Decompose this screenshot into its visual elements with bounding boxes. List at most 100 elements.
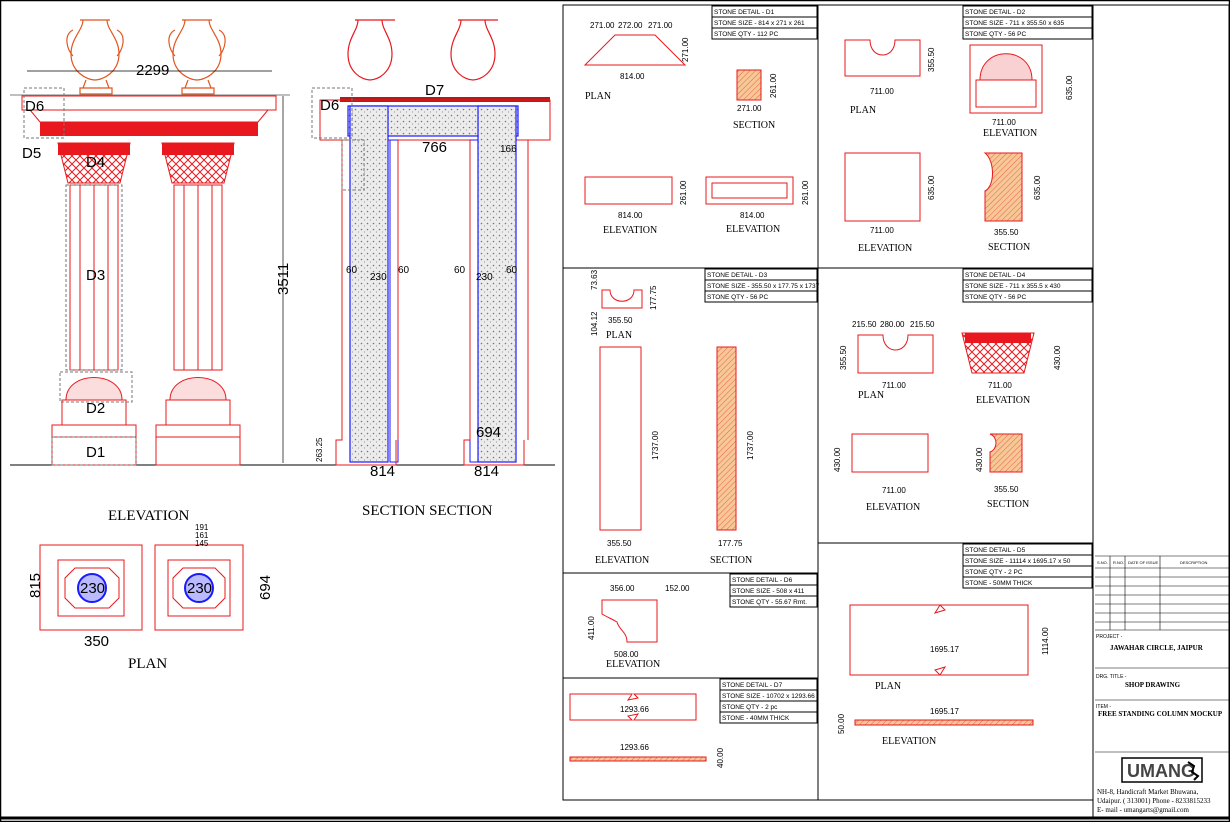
address-line-2: Udaipur. ( 313001) Phone - 8233815233	[1097, 797, 1211, 805]
d5-detail: STONE DETAIL - D5	[965, 547, 1026, 554]
project-name: JAWAHAR CIRCLE, JAIPUR	[1110, 644, 1204, 652]
d2-size: STONE SIZE - 711 x 355.50 x 635	[965, 20, 1065, 27]
d6-side: 411.00	[587, 616, 596, 640]
d4-plan-caption: PLAN	[858, 390, 884, 401]
plan-core-left: 230	[80, 580, 105, 597]
d1-size: STONE SIZE - 814 x 271 x 261	[714, 20, 805, 27]
d4-plan-top-1: 215.50	[852, 320, 877, 329]
d4-elev-caption: ELEVATION	[976, 395, 1030, 406]
vase-right	[168, 19, 226, 95]
rev-header-desc: DESCRIPTION	[1180, 560, 1207, 565]
sect-dim-2: 230	[370, 272, 387, 283]
d6-top-1: 356.00	[610, 584, 635, 593]
section-caption: SECTION SECTION	[362, 503, 493, 519]
d2-sec-width: 355.50	[994, 228, 1019, 237]
d4-qty: STONE QTY - 56 PC	[965, 294, 1026, 301]
title-block: S.NO. R.NO. DATE OF ISSUE DESCRIPTION PR…	[1092, 4, 1230, 819]
d6-detail: STONE DETAIL - D6	[732, 577, 793, 584]
d5-elev-width: 1695.17	[930, 707, 959, 716]
project-label: PROJECT -	[1096, 634, 1123, 640]
sect-dim-5: 230	[476, 272, 493, 283]
d5-panel: STONE DETAIL - D5 STONE SIZE - 11114 x 1…	[837, 543, 1093, 747]
d5-plan-side: 1114.00	[1041, 627, 1050, 655]
sect-dim-6: 60	[506, 265, 518, 276]
dwg-label: DRG. TITLE -	[1096, 674, 1127, 680]
vase-left	[66, 19, 124, 95]
d1-plan-side: 271.00	[681, 37, 690, 62]
d4-el2-caption: ELEVATION	[866, 502, 920, 513]
elev-label-d5: D5	[22, 145, 41, 162]
d3-plan-caption: PLAN	[606, 330, 632, 341]
capital-right	[161, 142, 235, 184]
d3-qty: STONE QTY - 56 PC	[707, 294, 768, 301]
d4-size: STONE SIZE - 711 x 355.5 x 430	[965, 283, 1061, 290]
d3-sec-caption: SECTION	[710, 555, 752, 566]
d3-panel: STONE DETAIL - D3 STONE SIZE - 355.50 x …	[590, 268, 820, 566]
d3-detail: STONE DETAIL - D3	[707, 272, 768, 279]
d1-section-side: 261.00	[769, 73, 778, 98]
d5-elev-side: 50.00	[837, 713, 846, 734]
d2-plan-width: 711.00	[870, 87, 894, 96]
sect-inner-dim: 766	[422, 139, 447, 156]
d1-plan-caption: PLAN	[585, 91, 611, 102]
d3-size: STONE SIZE - 355.50 x 177.75 x 1737	[707, 283, 820, 290]
plan-left-width: 350	[84, 633, 109, 650]
d4-sec-side: 430.00	[975, 447, 984, 472]
elev-label-d4: D4	[86, 154, 105, 171]
address-line-1: NH-8, Handicraft Market Bhuwana,	[1097, 788, 1199, 796]
d1-elev2-side: 261.00	[801, 180, 810, 205]
d2-plan-side: 355.50	[927, 47, 936, 72]
sect-base-height: 263.25	[315, 437, 324, 462]
item-name: FREE STANDING COLUMN MOCKUP	[1098, 710, 1223, 718]
sect-base-left: 814	[370, 463, 395, 480]
d1-plan-width: 814.00	[620, 72, 645, 81]
d3-plan-dim-4: 355.50	[608, 316, 633, 325]
d2-plan-caption: PLAN	[850, 105, 876, 116]
d6-top-2: 152.00	[665, 584, 690, 593]
d7-width-2: 1293.66	[620, 743, 649, 752]
d2-sq-caption: ELEVATION	[858, 243, 912, 254]
d7-stone: STONE - 40MM THICK	[722, 715, 790, 722]
d6-size: STONE SIZE - 508 x 411	[732, 588, 805, 595]
d4-plan-side: 355.50	[839, 345, 848, 370]
d5-size: STONE SIZE - 11114 x 1695.17 x 50	[965, 558, 1071, 565]
drawing-sheet: 2299 D4 D6 D5 D3 D2 D1 3511 ELEVATION D7…	[0, 0, 1230, 822]
d5-stone: STONE - 50MM THICK	[965, 580, 1033, 587]
d5-qty: STONE QTY - 2 PC	[965, 569, 1023, 576]
d3-sec-width: 177.75	[718, 539, 743, 548]
elev-label-d2: D2	[86, 400, 105, 417]
d1-elev1-width: 814.00	[618, 211, 643, 220]
plan-caption: PLAN	[128, 656, 167, 672]
d4-el2-width: 711.00	[882, 486, 906, 495]
d2-sq-side: 635.00	[927, 175, 936, 200]
rev-header-date: DATE OF ISSUE	[1128, 560, 1158, 565]
elev-label-d6: D6	[25, 98, 44, 115]
d6-panel: STONE DETAIL - D6 STONE SIZE - 508 x 411…	[587, 573, 818, 670]
d1-plan-top-3: 271.00	[648, 21, 673, 30]
d1-elev1-side: 261.00	[679, 180, 688, 205]
dwg-title: SHOP DRAWING	[1125, 681, 1181, 689]
d7-qty: STONE QTY - 2 pc	[722, 704, 778, 711]
d5-plan-width: 1695.17	[930, 645, 959, 654]
d1-plan-top-1: 271.00	[590, 21, 615, 30]
elevation-view: 2299 D4 D6 D5 D3 D2 D1 3511 ELEVATION	[10, 19, 555, 524]
d1-elev2-width: 814.00	[740, 211, 765, 220]
d6-width: 508.00	[614, 650, 639, 659]
d7-panel: STONE DETAIL - D7 STONE SIZE - 10702 x 1…	[569, 678, 818, 768]
d7-detail: STONE DETAIL - D7	[722, 682, 783, 689]
d3-elev-height: 1737.00	[651, 431, 660, 460]
plan-view: 230 230 191 161 145 815 350 694 PLAN	[27, 523, 274, 672]
sect-dim-1: 60	[346, 265, 358, 276]
d1-detail: STONE DETAIL - D1	[714, 9, 775, 16]
sect-base-inner: 694	[476, 424, 501, 441]
elevation-caption: ELEVATION	[108, 508, 190, 524]
d4-elev-width: 711.00	[988, 381, 1012, 390]
elev-label-d1: D1	[86, 444, 105, 461]
sect-side-dim: 166	[500, 144, 517, 155]
d1-section-width: 271.00	[737, 104, 762, 113]
sect-label-d6: D6	[320, 97, 339, 114]
d1-qty: STONE QTY - 112 PC	[714, 31, 779, 38]
d4-panel: STONE DETAIL - D4 STONE SIZE - 711 x 355…	[833, 268, 1093, 513]
d2-panel: STONE DETAIL - D2 STONE SIZE - 711 x 355…	[844, 5, 1093, 254]
sect-dim-3: 60	[398, 265, 410, 276]
